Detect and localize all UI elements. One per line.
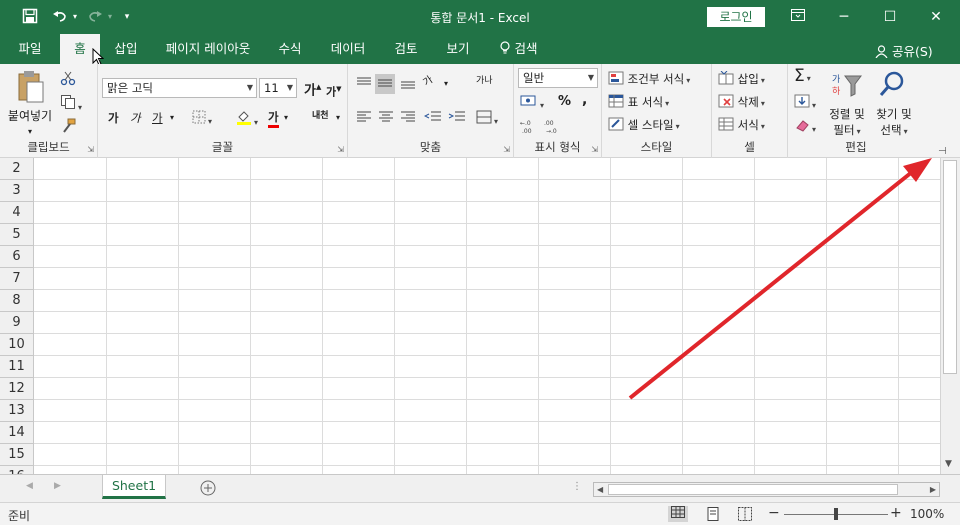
annotation-arrow xyxy=(628,158,932,400)
excel-window: ▾ ▾ ▾ 통합 문서1 - Excel 로그인 ─ ☐ ✕ 파일 홈 삽입 페… xyxy=(0,0,960,525)
